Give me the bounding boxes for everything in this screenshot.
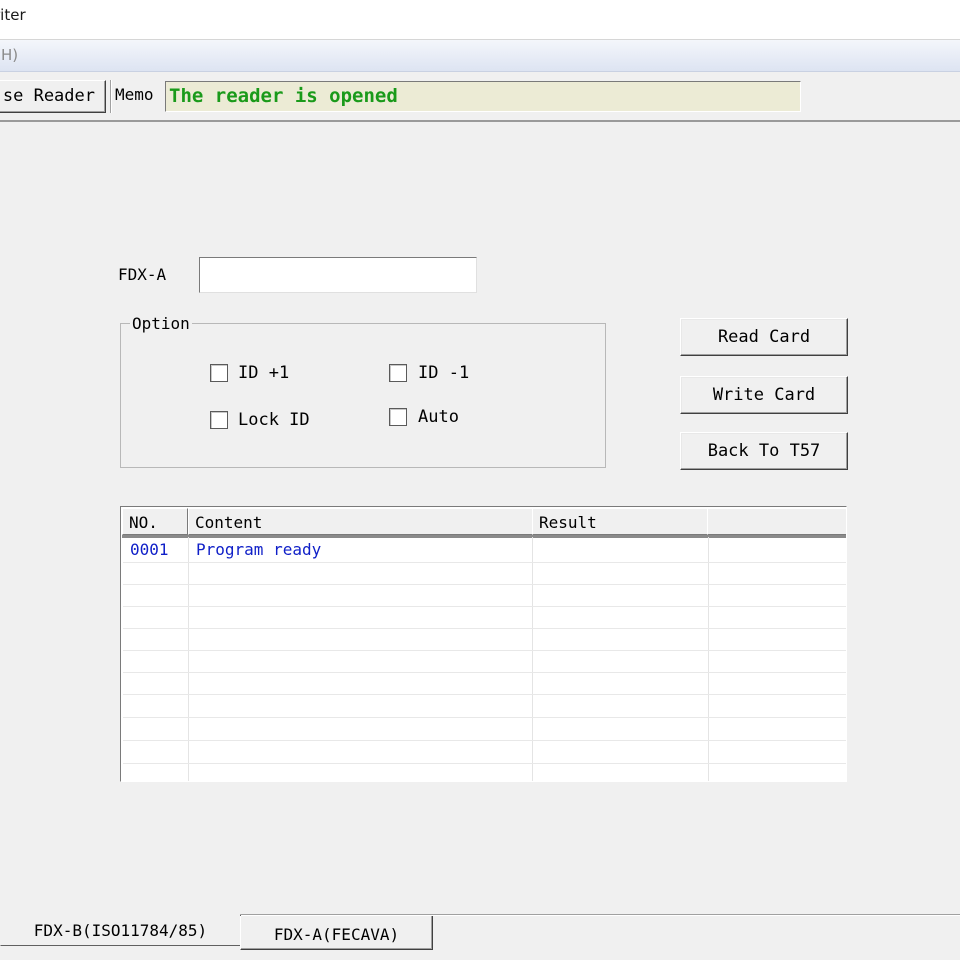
column-header-extra[interactable] [707, 508, 846, 535]
tab-fdx-b[interactable]: FDX-B(ISO11784/85) [0, 914, 241, 946]
title-bar [0, 0, 960, 40]
grid-row-line [123, 628, 846, 629]
memo-label: Memo [115, 85, 154, 104]
id-minus-label: ID -1 [418, 363, 470, 383]
auto-checkbox[interactable] [389, 408, 407, 426]
column-header-result[interactable]: Result [532, 508, 708, 535]
window-title: riter [0, 6, 26, 24]
auto-label: Auto [418, 407, 459, 427]
menu-item-help[interactable]: o(H) [0, 46, 18, 64]
grid-row-line [123, 584, 846, 585]
table-row[interactable]: 0001 Program ready [123, 538, 846, 562]
memo-status-field: The reader is opened [165, 81, 801, 112]
column-header-content[interactable]: Content [188, 508, 533, 535]
menu-bar [0, 40, 960, 72]
row-content-cell: Program ready [196, 540, 322, 559]
option-group [120, 323, 606, 468]
row-number-cell: 0001 [130, 540, 169, 559]
id-plus-checkbox[interactable] [210, 364, 228, 382]
back-to-t57-button[interactable]: Back To T57 [680, 432, 848, 470]
option-group-title: Option [130, 314, 192, 333]
id-minus-checkbox[interactable] [389, 364, 407, 382]
write-card-button[interactable]: Write Card [680, 376, 848, 414]
grid-column-line [188, 537, 189, 781]
lock-id-label: Lock ID [238, 410, 310, 430]
grid-row-line [123, 717, 846, 718]
grid-row-line [123, 562, 846, 563]
grid-row-line [123, 606, 846, 607]
column-header-no[interactable]: NO. [122, 508, 188, 535]
tab-fdx-a[interactable]: FDX-A(FECAVA) [240, 916, 433, 950]
fdx-a-input[interactable] [199, 257, 477, 293]
grid-column-line [708, 537, 709, 781]
grid-row-line [123, 740, 846, 741]
grid-row-line [123, 672, 846, 673]
grid-row-line [123, 650, 846, 651]
grid-row-line [123, 694, 846, 695]
grid-column-line [532, 537, 533, 781]
log-table[interactable]: NO. Content Result 0001 Program ready [120, 506, 847, 782]
lock-id-checkbox[interactable] [210, 411, 228, 429]
fdx-a-label: FDX-A [118, 265, 167, 284]
id-plus-label: ID +1 [238, 363, 290, 383]
read-card-button[interactable]: Read Card [680, 318, 848, 356]
toolbar-separator [110, 80, 112, 113]
close-reader-button[interactable]: se Reader [0, 80, 106, 113]
grid-row-line [123, 763, 846, 764]
